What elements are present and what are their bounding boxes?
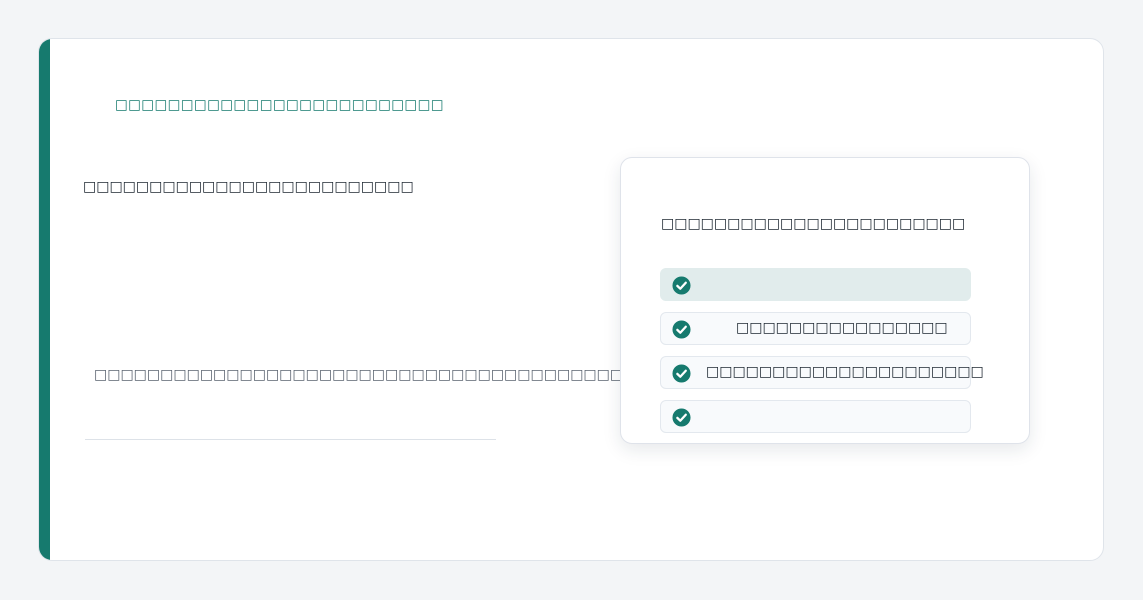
check-circle-icon — [672, 276, 691, 295]
checklist-title: □□□□□□□□□□□□□□□□□□□□□□□ — [661, 216, 966, 232]
page: □□□□□□□□□□□□□□□□□□□□□□□□□ □□□□□□□□□□□□□□… — [0, 0, 1143, 600]
checklist-item[interactable]: □□□□□□□□□□□□□□□□ — [660, 312, 971, 345]
content-card: □□□□□□□□□□□□□□□□□□□□□□□□□ □□□□□□□□□□□□□□… — [38, 38, 1104, 561]
checklist-panel: □□□□□□□□□□□□□□□□□□□□□□□ □□□□□□□□□□□□□□□□ — [620, 157, 1030, 444]
check-circle-icon — [672, 364, 691, 383]
body-text: □□□□□□□□□□□□□□□□□□□□□□□□□□□□□□□□□□□□□□□□… — [94, 367, 650, 383]
section-heading: □□□□□□□□□□□□□□□□□□□□□□□□□ — [83, 179, 414, 195]
accent-bar — [39, 39, 50, 560]
checklist-item-label: □□□□□□□□□□□□□□□□ — [736, 320, 948, 336]
eyebrow-label: □□□□□□□□□□□□□□□□□□□□□□□□□ — [115, 97, 444, 113]
checklist-item-label: □□□□□□□□□□□□□□□□□□□□□ — [706, 364, 984, 380]
check-circle-icon — [672, 320, 691, 339]
check-circle-icon — [672, 408, 691, 427]
divider — [85, 439, 496, 440]
checklist-item[interactable] — [660, 268, 971, 301]
checklist-item[interactable]: □□□□□□□□□□□□□□□□□□□□□ — [660, 356, 984, 389]
checklist-item[interactable] — [660, 400, 971, 433]
